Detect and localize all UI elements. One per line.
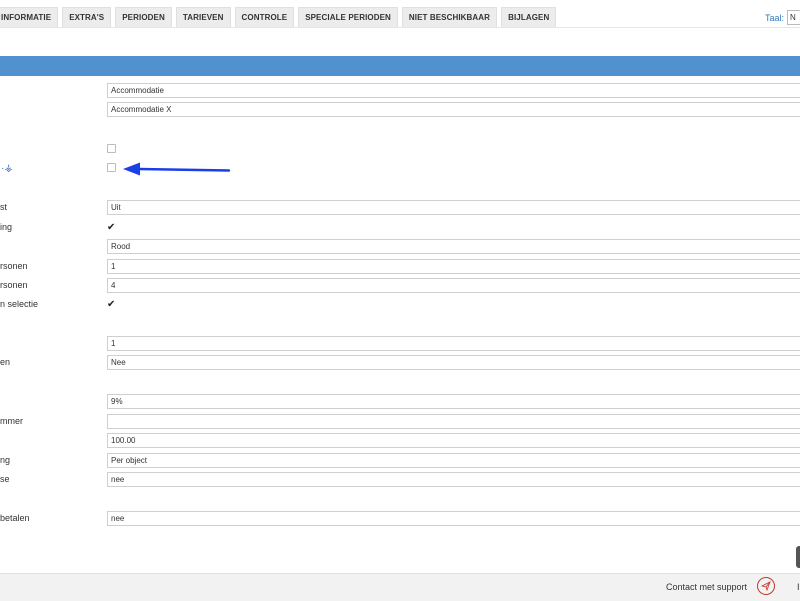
name-field[interactable]: Accommodatie X [107, 102, 800, 117]
paper-plane-glyph [761, 581, 771, 591]
highlighted-checkbox[interactable] [107, 163, 116, 172]
language-switcher: Taal: N [765, 10, 800, 25]
vat-field[interactable]: 9% [107, 394, 800, 409]
checkmark-icon[interactable]: ✔ [107, 220, 115, 235]
form-row: betalen nee [0, 511, 800, 526]
field-label: ng [0, 455, 11, 465]
form-row: 9% [0, 394, 800, 409]
form-row: se nee [0, 472, 800, 487]
checkmark-icon[interactable]: ✔ [107, 297, 115, 312]
type-field[interactable]: Accommodatie [107, 83, 800, 98]
field-label: n selectie [0, 299, 39, 309]
form-row: 100.00 [0, 433, 800, 448]
contact-support-link[interactable]: Contact met support [666, 582, 747, 592]
status-field[interactable]: Uit [107, 200, 800, 215]
color-field[interactable]: Rood [107, 239, 800, 254]
option-field[interactable]: nee [107, 472, 800, 487]
field-label: ing [0, 222, 13, 232]
tab-divider [0, 27, 800, 28]
form-row: ng Per object [0, 453, 800, 468]
form-row: rsonen 1 [0, 259, 800, 274]
field-label: rsonen [0, 261, 28, 271]
field-label: st [0, 202, 8, 212]
field-label: se [0, 474, 10, 484]
tab-informatie[interactable]: INFORMATIE [0, 7, 59, 28]
tab-tarieven[interactable]: TARIEVEN [175, 7, 231, 28]
tab-controle[interactable]: CONTROLE [234, 7, 295, 28]
form-row: Accommodatie X [0, 102, 800, 117]
tab-perioden[interactable]: PERIODEN [115, 7, 172, 28]
number-field[interactable] [107, 414, 800, 429]
form-row: Accommodatie [0, 83, 800, 98]
calculation-field[interactable]: Per object [107, 453, 800, 468]
tab-speciale-perioden[interactable]: SPECIALE PERIODEN [298, 7, 398, 28]
tab-bijlagen[interactable]: BIJLAGEN [501, 7, 557, 28]
paper-plane-icon[interactable] [757, 577, 775, 595]
save-button[interactable] [796, 546, 800, 568]
payment-field[interactable]: nee [107, 511, 800, 526]
section-header-bar [0, 56, 800, 76]
language-select[interactable]: N [787, 10, 800, 25]
field-label: mmer [0, 416, 23, 426]
quantity-field[interactable]: 1 [107, 336, 800, 351]
form-row: st Uit [0, 200, 800, 215]
form-row [0, 142, 800, 157]
max-persons-field[interactable]: 4 [107, 278, 800, 293]
form-row: en Nee [0, 355, 800, 370]
form-row: ing ✔ [0, 220, 800, 235]
field-label: rsonen [0, 280, 28, 290]
field-label: betalen [0, 513, 30, 523]
tab-extras[interactable]: EXTRA'S [62, 7, 112, 28]
amount-field[interactable]: 100.00 [107, 433, 800, 448]
tab-bar: INFORMATIE EXTRA'S PERIODEN TARIEVEN CON… [0, 0, 800, 28]
form-row: 1 [0, 336, 800, 351]
form-row: mmer [0, 414, 800, 429]
tab-list: INFORMATIE EXTRA'S PERIODEN TARIEVEN CON… [0, 7, 557, 28]
field-label: en [0, 357, 11, 367]
option-checkbox[interactable] [107, 144, 116, 153]
min-persons-field[interactable]: 1 [107, 259, 800, 274]
tree-icon: ·⚶ [1, 163, 13, 174]
tab-niet-beschikbaar[interactable]: NIET BESCHIKBAAR [401, 7, 498, 28]
pointer-arrow-icon [123, 162, 231, 176]
footer-trailing-text: I [797, 582, 800, 592]
language-label: Taal: [764, 12, 784, 23]
form-row: n selectie ✔ [0, 297, 800, 312]
yes-no-field[interactable]: Nee [107, 355, 800, 370]
form-row: Rood [0, 239, 800, 254]
form-row: ·⚶ [0, 161, 800, 176]
form-row: rsonen 4 [0, 278, 800, 293]
